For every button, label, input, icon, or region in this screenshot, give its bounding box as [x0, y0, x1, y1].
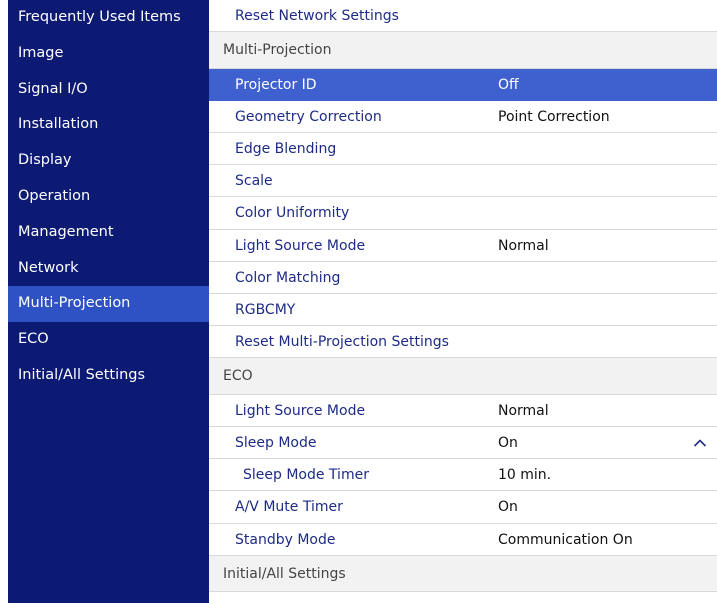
menu-row-color-matching[interactable]: Color Matching	[209, 262, 717, 294]
row-label: A/V Mute Timer	[235, 499, 343, 516]
row-value: Point Correction	[498, 108, 610, 125]
row-label: Light Source Mode	[235, 237, 366, 254]
row-value: 10 min.	[498, 467, 552, 484]
row-value: On	[498, 435, 518, 452]
row-label: RGBCMY	[235, 302, 296, 318]
sidebar-item-eco[interactable]: ECO	[8, 322, 209, 358]
section-header-multi-projection: Multi-Projection	[209, 32, 717, 69]
chevron-up-icon[interactable]	[693, 436, 707, 450]
menu-row-color-uniformity[interactable]: Color Uniformity	[209, 197, 717, 230]
row-label: Geometry Correction	[235, 108, 382, 125]
row-value: Normal	[498, 237, 549, 254]
sidebar-item-installation[interactable]: Installation	[8, 107, 209, 143]
section-header-initial-all-settings: Initial/All Settings	[209, 555, 717, 593]
projector-menu: Frequently Used Items Image Signal I/O I…	[8, 0, 717, 603]
menu-row-geometry-correction[interactable]: Geometry Correction Point Correction	[209, 101, 717, 134]
menu-row-scale[interactable]: Scale	[209, 165, 717, 198]
row-label: Reset Network Settings	[235, 8, 399, 24]
menu-row-sleep-mode[interactable]: Sleep Mode On	[209, 427, 717, 460]
menu-row-light-source-mode[interactable]: Light Source Mode Normal	[209, 230, 717, 262]
sidebar: Frequently Used Items Image Signal I/O I…	[8, 0, 209, 603]
row-label: Edge Blending	[235, 141, 337, 158]
sidebar-item-frequently-used-items[interactable]: Frequently Used Items	[8, 0, 209, 36]
sidebar-item-operation[interactable]: Operation	[8, 179, 209, 215]
section-title: ECO	[223, 368, 253, 385]
sidebar-item-display[interactable]: Display	[8, 143, 209, 179]
row-label: Sleep Mode	[235, 435, 317, 452]
settings-list: Reset Network Settings Multi-Projection …	[209, 0, 717, 603]
row-value: Normal	[498, 402, 549, 419]
row-value: Communication On	[498, 531, 633, 548]
row-value: On	[498, 499, 518, 516]
menu-row-eco-light-source-mode[interactable]: Light Source Mode Normal	[209, 395, 717, 428]
section-title: Multi-Projection	[223, 42, 332, 59]
sidebar-item-network[interactable]: Network	[8, 251, 209, 287]
sidebar-item-image[interactable]: Image	[8, 36, 209, 72]
menu-row-av-mute-timer[interactable]: A/V Mute Timer On	[209, 491, 717, 524]
menu-row-projector-id[interactable]: Projector ID Off	[209, 68, 717, 101]
row-label: Color Uniformity	[235, 205, 350, 222]
sidebar-item-initial-all-settings[interactable]: Initial/All Settings	[8, 358, 209, 394]
sidebar-item-management[interactable]: Management	[8, 215, 209, 251]
section-title: Initial/All Settings	[223, 565, 346, 582]
row-label: Color Matching	[235, 269, 341, 286]
row-value: Off	[498, 76, 519, 93]
menu-row-reset-multi-projection-settings[interactable]: Reset Multi-Projection Settings	[209, 326, 717, 359]
row-label: Projector ID	[235, 76, 317, 93]
row-label: Standby Mode	[235, 531, 336, 548]
section-header-eco: ECO	[209, 358, 717, 395]
menu-row-standby-mode[interactable]: Standby Mode Communication On	[209, 524, 717, 556]
sidebar-item-signal-io[interactable]: Signal I/O	[8, 72, 209, 108]
row-label: Light Source Mode	[235, 402, 366, 419]
row-label: Reset Multi-Projection Settings	[235, 334, 449, 351]
menu-row-edge-blending[interactable]: Edge Blending	[209, 133, 717, 166]
menu-row-sleep-mode-timer[interactable]: Sleep Mode Timer 10 min.	[209, 459, 717, 492]
menu-row-rgbcmy[interactable]: RGBCMY	[209, 294, 717, 327]
row-label: Sleep Mode Timer	[243, 467, 369, 484]
sidebar-item-multi-projection[interactable]: Multi-Projection	[8, 286, 209, 323]
menu-row-reset-network-settings[interactable]: Reset Network Settings	[209, 0, 717, 33]
row-label: Scale	[235, 173, 273, 190]
